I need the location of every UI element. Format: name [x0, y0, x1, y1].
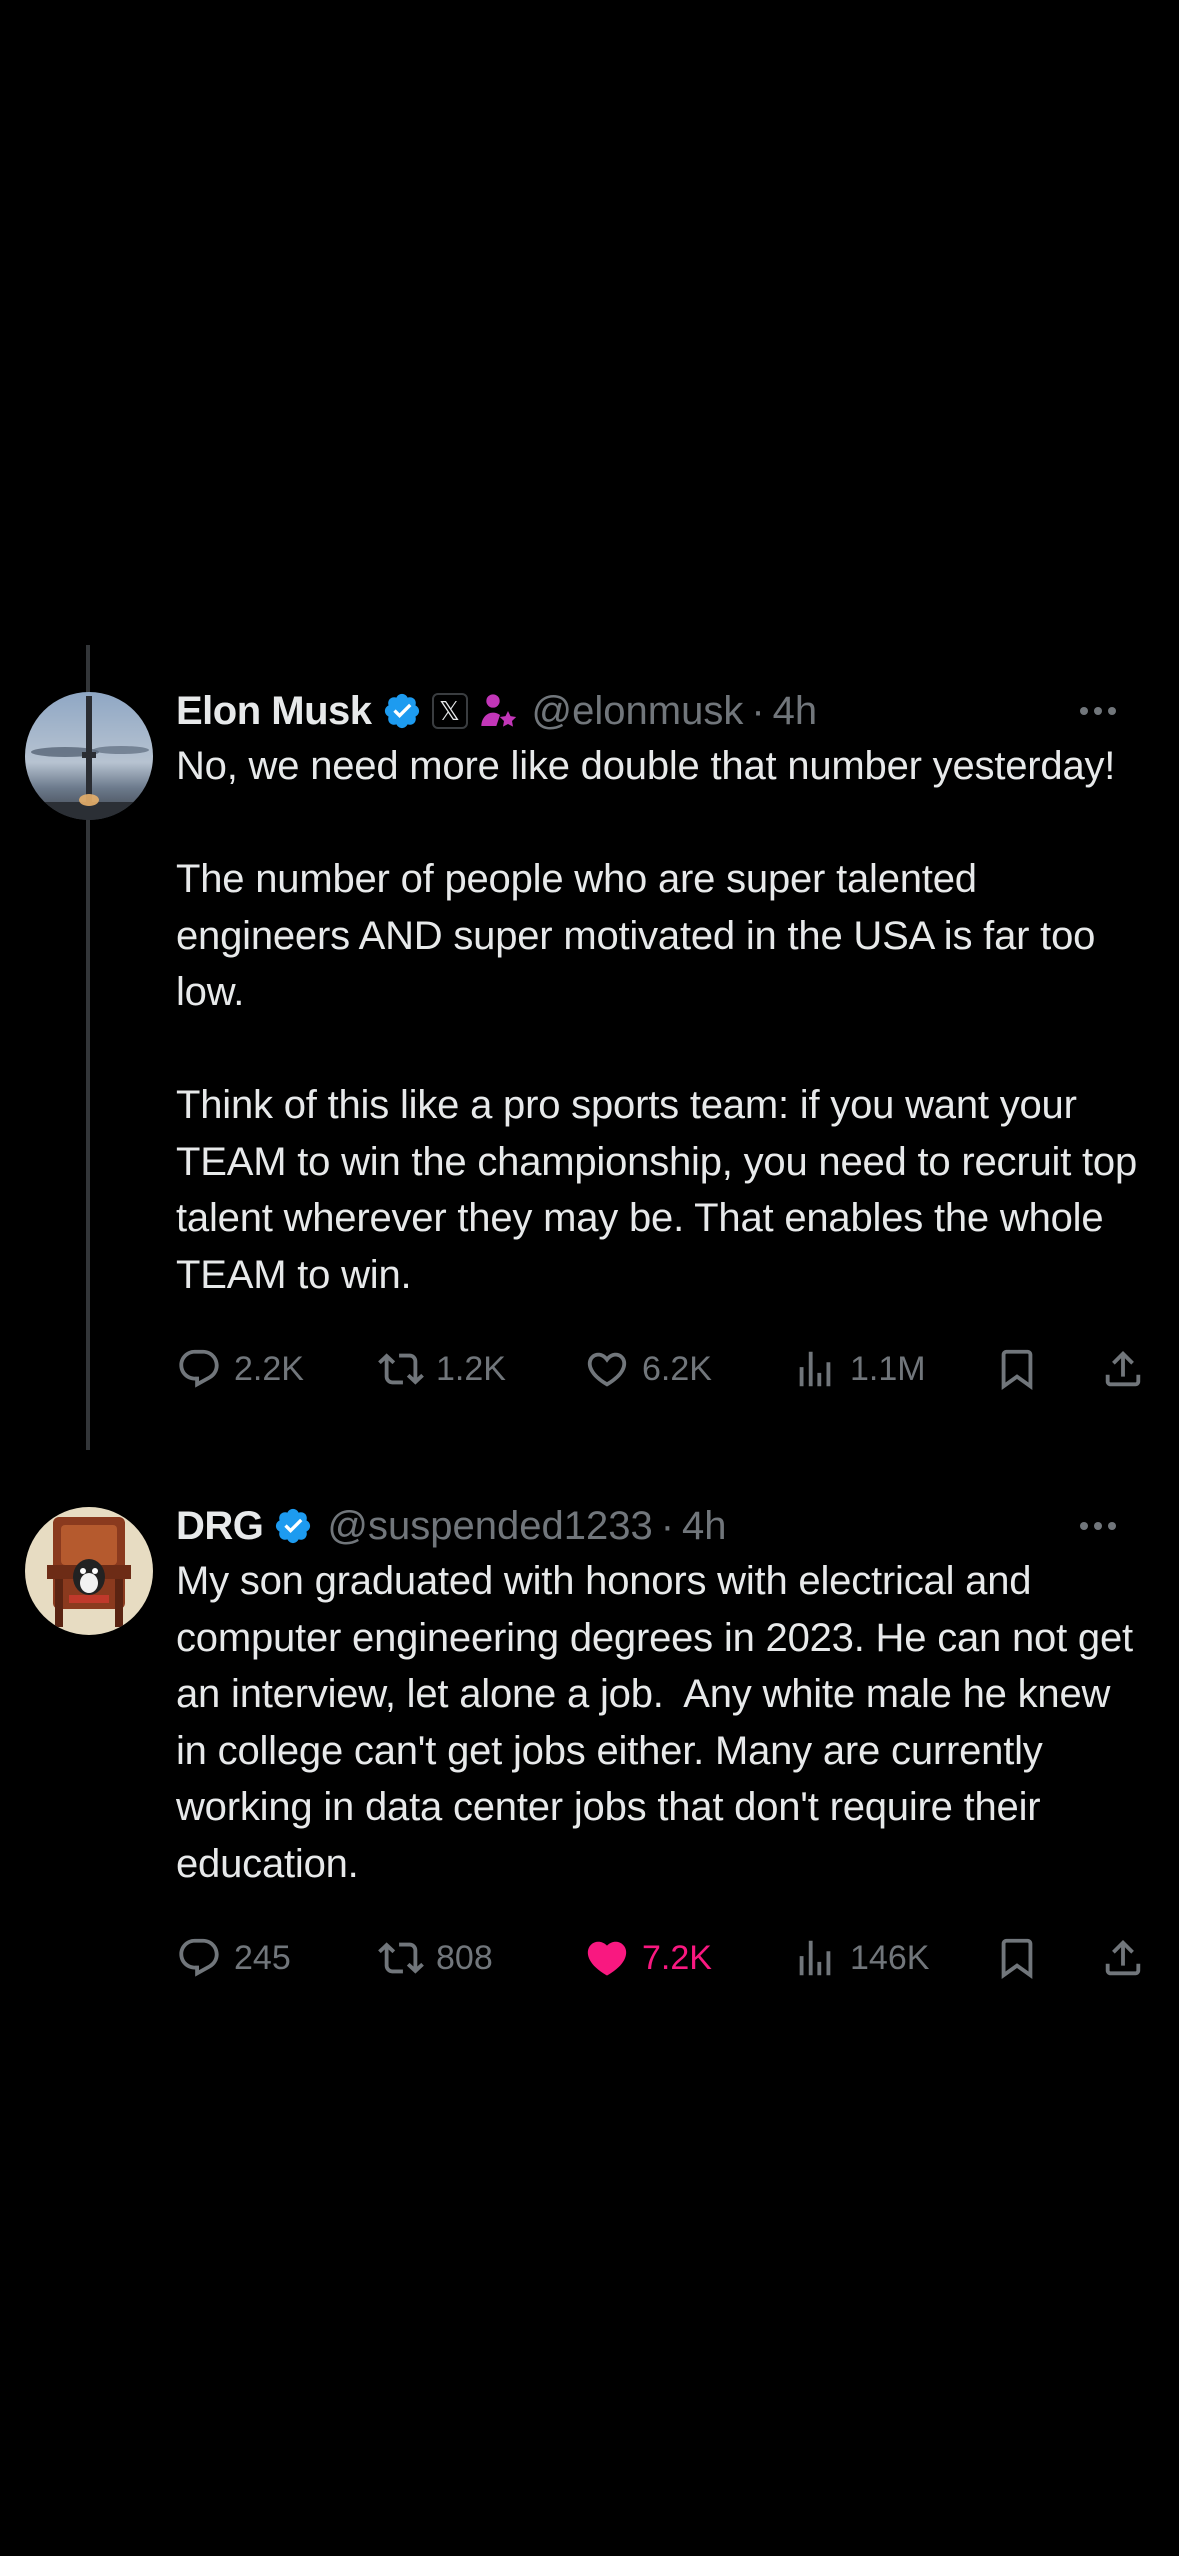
like-count: 6.2K — [642, 1349, 712, 1388]
tweet-text: My son graduated with honors with electr… — [176, 1559, 1144, 1886]
tweet-timestamp[interactable]: 4h — [682, 1495, 727, 1557]
share-icon — [1105, 1939, 1141, 1976]
tweet-timestamp[interactable]: 4h — [773, 680, 818, 742]
retweet-count: 808 — [436, 1938, 493, 1977]
verified-badge-icon[interactable] — [382, 691, 422, 731]
retweet-icon — [378, 1353, 424, 1385]
views-count: 1.1M — [850, 1349, 926, 1388]
more-options-icon[interactable] — [1078, 1495, 1118, 1557]
author-name[interactable]: DRG — [176, 1495, 264, 1557]
share-button[interactable] — [1100, 1926, 1146, 1990]
author-handle[interactable]: @suspended1233 — [327, 1495, 652, 1557]
bookmark-icon — [1001, 1938, 1033, 1979]
reply-icon — [179, 1938, 219, 1977]
like-button[interactable]: 6.2K — [584, 1337, 712, 1401]
reply-count: 2.2K — [234, 1349, 304, 1388]
x-org-badge[interactable]: 𝕏 — [431, 693, 468, 729]
tweet-actions: 2.2K 1.2K 6.2K 1.1M — [176, 1337, 1146, 1401]
separator-dot: · — [751, 689, 765, 733]
more-options-icon[interactable] — [1078, 680, 1118, 742]
reply-icon — [179, 1349, 219, 1388]
heart-filled-icon — [587, 1941, 627, 1976]
bookmark-icon — [1001, 1349, 1033, 1390]
views-button[interactable]: 1.1M — [792, 1337, 926, 1401]
avatar[interactable] — [25, 692, 153, 820]
tweet-header: Elon Musk 𝕏 @elonmusk · 4h — [176, 680, 1146, 742]
heart-icon — [587, 1352, 627, 1387]
retweet-icon — [378, 1942, 424, 1974]
bookmark-button[interactable] — [994, 1926, 1040, 1990]
like-count: 7.2K — [642, 1938, 712, 1977]
author-name[interactable]: Elon Musk — [176, 680, 372, 742]
author-handle[interactable]: @elonmusk — [532, 680, 744, 742]
share-button[interactable] — [1100, 1337, 1146, 1401]
bookmark-button[interactable] — [994, 1337, 1040, 1401]
retweet-button[interactable]: 808 — [378, 1926, 493, 1990]
like-button[interactable]: 7.2K — [584, 1926, 712, 1990]
tweet-body: DRG @suspended1233 · 4h My son graduated… — [176, 1495, 1146, 1990]
tweet-body: Elon Musk 𝕏 @elonmusk · 4h No, we need m… — [176, 680, 1146, 1401]
tweet-header: DRG @suspended1233 · 4h — [176, 1495, 1146, 1557]
separator-dot: · — [660, 1504, 675, 1548]
reply-button[interactable]: 2.2K — [176, 1337, 304, 1401]
views-count: 146K — [850, 1938, 930, 1977]
views-icon — [799, 1940, 831, 1976]
verified-badge-icon[interactable] — [273, 1506, 313, 1546]
thread-view: Elon Musk 𝕏 @elonmusk · 4h No, we need m… — [0, 0, 1179, 2556]
views-button[interactable]: 146K — [792, 1926, 929, 1990]
retweet-button[interactable]: 1.2K — [378, 1337, 506, 1401]
retweet-count: 1.2K — [436, 1349, 506, 1388]
affiliate-person-icon[interactable] — [478, 691, 518, 731]
reply-button[interactable]: 245 — [176, 1926, 291, 1990]
tweet-text: No, we need more like double that number… — [176, 744, 1138, 1297]
tweet-actions: 245 808 7.2K 146K — [176, 1926, 1146, 1990]
avatar[interactable] — [25, 1507, 153, 1635]
share-icon — [1105, 1350, 1141, 1387]
views-icon — [799, 1351, 831, 1387]
reply-count: 245 — [234, 1938, 291, 1977]
